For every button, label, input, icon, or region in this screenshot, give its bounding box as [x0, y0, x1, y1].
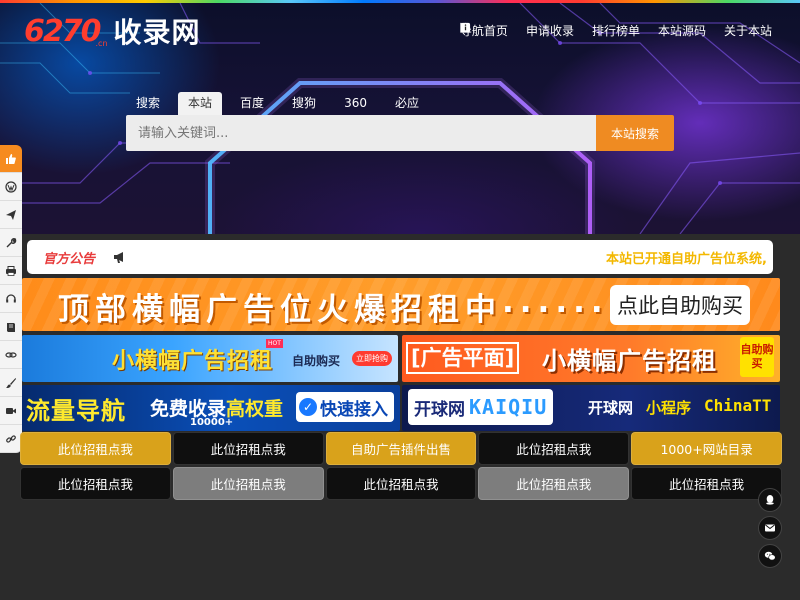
float-mail-button[interactable] — [758, 516, 782, 540]
paper-plane-icon — [6, 209, 16, 220]
search-button[interactable]: 本站搜索 — [596, 115, 674, 151]
tab-360[interactable]: 360 — [334, 92, 377, 115]
side-docs-button[interactable] — [0, 313, 22, 341]
search-input[interactable] — [126, 115, 596, 151]
text-ad-9[interactable]: 此位招租点我 — [478, 467, 630, 500]
ad4-logo-cn: 开球网 — [414, 399, 465, 420]
side-video-button[interactable] — [0, 397, 22, 425]
wrench-icon — [6, 237, 17, 247]
search-engine-tabs: 搜索 本站 百度 搜狗 360 必应 — [126, 92, 437, 115]
book-icon — [7, 322, 15, 332]
text-ad-8[interactable]: 此位招租点我 — [325, 467, 477, 500]
ad4-mini: 小程序 — [646, 399, 692, 417]
link-icon — [5, 351, 17, 358]
ad2-tag: [广告平面] — [406, 342, 520, 374]
top-navigation: 导航首页 申请收录 排行榜单 本站源码 关于本站 — [460, 22, 772, 39]
ad3-join-label: 快速接入 — [320, 399, 388, 420]
ad1-title: 小横幅广告招租 — [112, 349, 274, 374]
float-wechat-button[interactable] — [758, 544, 782, 568]
nav-ranking-label: 排行榜单 — [591, 24, 640, 38]
info-icon — [460, 22, 471, 33]
tab-bing[interactable]: 必应 — [385, 92, 429, 115]
ad1-sub: 自助购买 — [292, 354, 341, 368]
text-ad-6[interactable]: 此位招租点我 — [20, 467, 171, 500]
float-qq-button[interactable] — [758, 488, 782, 512]
tab-site[interactable]: 本站 — [178, 92, 223, 115]
wechat-icon — [764, 551, 776, 561]
side-support-button[interactable] — [0, 285, 22, 313]
megaphone-icon — [114, 252, 124, 263]
nav-about[interactable]: 关于本站 — [460, 22, 772, 39]
nav-apply[interactable]: 申请收录 — [460, 22, 574, 39]
side-links-button[interactable] — [0, 341, 22, 369]
announcement-bar: 官方公告 本站已开通自助广告位系统, — [27, 240, 773, 274]
top-banner-ad[interactable]: 顶部横幅广告位火爆招租中······ 点此自助购买 — [22, 278, 780, 331]
ad1-buy-button[interactable]: 立即抢购 — [352, 351, 392, 366]
nav-about-label: 关于本站 — [723, 24, 772, 38]
small-banner-ad-2[interactable]: [广告平面] 小横幅广告招租 自助购买 — [402, 335, 780, 382]
ad4-name: 开球网 — [588, 399, 634, 417]
printer-icon — [6, 265, 16, 276]
ad3-join-button[interactable]: ✓ 快速接入 — [296, 392, 394, 422]
text-ad-grid: 此位招租点我 此位招租点我 自助广告插件出售 此位招租点我 1000+网站目录 … — [20, 432, 782, 500]
side-wordpress-button[interactable] — [0, 173, 22, 201]
mail-icon — [765, 524, 775, 532]
ad4-logo: 开球网 KAIQIU — [408, 389, 554, 425]
side-tools-button[interactable] — [0, 229, 22, 257]
top-banner-text: 顶部横幅广告位火爆招租中······ — [58, 292, 609, 328]
side-like-button[interactable] — [0, 145, 22, 173]
tab-sogou[interactable]: 搜狗 — [282, 92, 326, 115]
announcement-text[interactable]: 本站已开通自助广告位系统, — [606, 248, 767, 267]
text-ad-3[interactable]: 自助广告插件出售 — [325, 432, 477, 465]
thumbs-up-icon — [6, 153, 16, 164]
check-icon: ✓ — [299, 398, 317, 416]
side-theme-button[interactable] — [0, 369, 22, 397]
text-ad-4[interactable]: 此位招租点我 — [478, 432, 630, 465]
logo-text: 收录网 — [113, 16, 201, 49]
wordpress-icon — [5, 180, 17, 193]
ad3-slogan-b: 高权重 — [226, 398, 284, 420]
side-send-button[interactable] — [0, 201, 22, 229]
nav-source-label: 本站源码 — [657, 24, 706, 38]
ad1-hot-badge: HOT — [266, 339, 283, 348]
text-ad-2[interactable]: 此位招租点我 — [172, 432, 324, 465]
logo-number: 6270 — [24, 13, 101, 49]
top-banner-buy-button[interactable]: 点此自助购买 — [610, 285, 750, 325]
side-chain-button[interactable] — [0, 425, 22, 453]
tab-search[interactable]: 搜索 — [126, 92, 170, 115]
headset-icon — [6, 293, 16, 302]
hero-banner: 6270 .cn 收录网 导航首页 申请收录 排行榜单 本站源码 关于本站 搜索… — [0, 3, 800, 234]
text-ad-7[interactable]: 此位招租点我 — [172, 467, 324, 500]
ad2-buy-button[interactable]: 自助购买 — [740, 337, 774, 377]
side-print-button[interactable] — [0, 257, 22, 285]
small-banner-ad-1[interactable]: 小横幅广告招租 HOT 自助购买 立即抢购 — [22, 335, 398, 382]
nav-apply-label: 申请收录 — [525, 24, 574, 38]
tab-baidu[interactable]: 百度 — [230, 92, 274, 115]
announcement-label: 官方公告 — [43, 251, 96, 267]
ad4-brand: ChinaTT — [704, 396, 772, 415]
text-ad-1[interactable]: 此位招租点我 — [20, 432, 171, 465]
small-banner-ad-4[interactable]: 开球网 KAIQIU 开球网 小程序 ChinaTT — [402, 385, 780, 431]
ad2-title: 小横幅广告招租 — [542, 347, 717, 375]
chain-icon — [6, 434, 16, 443]
text-ad-5[interactable]: 1000+网站目录 — [631, 432, 782, 465]
site-logo[interactable]: 6270 .cn 收录网 — [24, 11, 201, 51]
search-box: 本站搜索 — [126, 115, 674, 151]
ad3-count: 10000+ — [190, 417, 234, 428]
ad3-title: 流量导航 — [26, 397, 126, 425]
video-icon — [6, 407, 16, 414]
ad4-logo-en: KAIQIU — [469, 395, 548, 419]
small-banner-ad-3[interactable]: 流量导航 免费收录高权重 10000+ ✓ 快速接入 — [22, 385, 400, 431]
nav-source[interactable]: 本站源码 — [461, 22, 706, 39]
nav-ranking[interactable]: 排行榜单 — [460, 22, 640, 39]
brush-icon — [6, 377, 16, 388]
left-side-toolbar — [0, 145, 22, 453]
qq-icon — [766, 495, 774, 505]
logo-domain: .cn — [95, 38, 108, 48]
